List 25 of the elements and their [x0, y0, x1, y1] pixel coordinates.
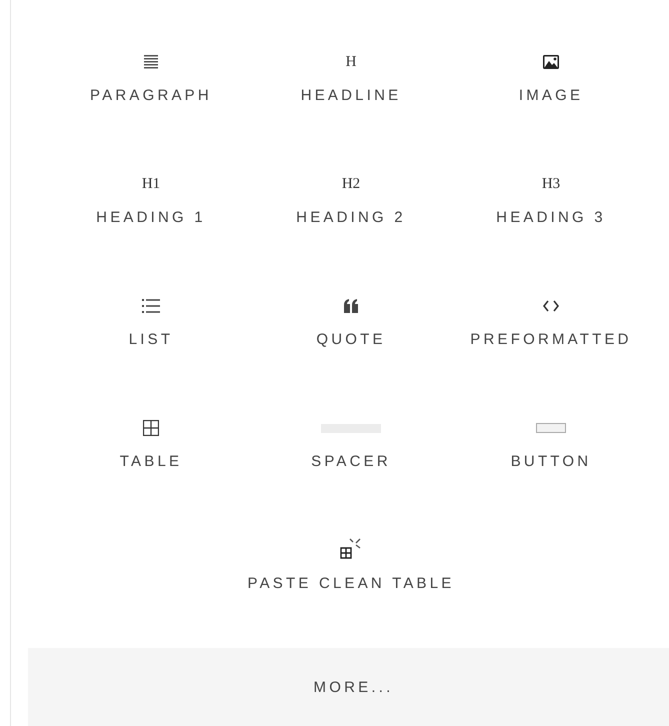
block-option[interactable]: PARAGRAPH [51, 45, 251, 110]
list-icon [142, 299, 160, 313]
heading-glyph-icon: H1 [142, 176, 160, 192]
paragraph-icon [144, 55, 158, 69]
block-option[interactable]: H2 HEADING 2 [251, 167, 451, 232]
image-icon [543, 55, 559, 69]
block-option[interactable]: SPACER [251, 411, 451, 476]
block-option[interactable]: PASTE CLEAN TABLE [248, 533, 454, 598]
quote-icon [344, 299, 358, 313]
block-option[interactable]: LIST [51, 289, 251, 354]
block-option[interactable]: PREFORMATTED [451, 289, 651, 354]
heading-glyph-icon: H [346, 54, 356, 70]
code-icon [543, 300, 559, 312]
block-option[interactable]: H1 HEADING 1 [51, 167, 251, 232]
block-option[interactable]: BUTTON [451, 411, 651, 476]
block-option[interactable]: TABLE [51, 411, 251, 476]
table-icon [143, 420, 159, 436]
button-icon [536, 423, 566, 433]
block-option[interactable]: H HEADLINE [251, 45, 451, 110]
block-option[interactable]: H3 HEADING 3 [451, 167, 651, 232]
heading-glyph-icon: H2 [342, 176, 360, 192]
block-option[interactable]: QUOTE [251, 289, 451, 354]
more-button[interactable]: MORE... [28, 648, 669, 726]
heading-glyph-icon: H3 [542, 176, 560, 192]
block-option[interactable]: IMAGE [451, 45, 651, 110]
